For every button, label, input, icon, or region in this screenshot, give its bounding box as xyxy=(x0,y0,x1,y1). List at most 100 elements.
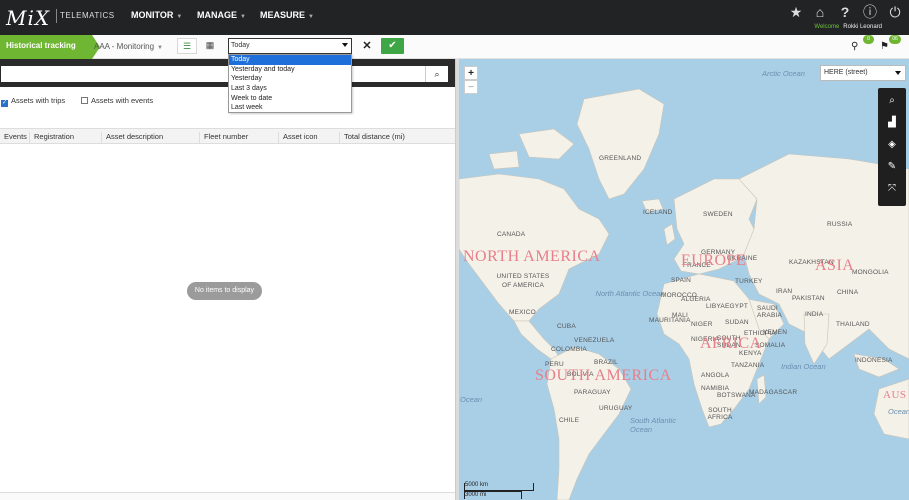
search-input[interactable] xyxy=(1,66,425,82)
map-label-turkey: TURKEY xyxy=(735,278,763,285)
list-icon: ☰ xyxy=(182,41,192,51)
date-option-today[interactable]: Today xyxy=(229,55,351,65)
column-header-fleet-number[interactable]: Fleet number xyxy=(204,132,279,144)
filter-label: Assets with events xyxy=(91,96,154,105)
nav-monitor[interactable]: MONITOR ▼ xyxy=(131,10,182,20)
mix-logo[interactable]: MiX xyxy=(6,6,50,30)
date-range-select[interactable]: Today xyxy=(228,38,352,54)
date-range-dropdown: Today Yesterday and today Yesterday Last… xyxy=(228,54,352,113)
flag-icon[interactable]: ⚑ xyxy=(880,41,889,52)
welcome-label: Welcome xyxy=(814,24,840,30)
zoom-out-button[interactable]: − xyxy=(464,80,478,94)
fullscreen-icon[interactable]: ⤧ xyxy=(878,179,906,199)
marker-count-badge: 0 xyxy=(863,35,874,44)
map-label-yemen: YEMEN xyxy=(763,329,788,336)
star-icon[interactable]: ★ xyxy=(787,3,805,21)
nav-monitor-label: MONITOR xyxy=(131,10,174,20)
map-label-sweden: SWEDEN xyxy=(703,211,733,218)
search-button[interactable]: ⌕ xyxy=(425,66,448,82)
calendar-button[interactable]: ▦ xyxy=(200,38,220,54)
map-label-sudan: SUDAN xyxy=(725,319,749,326)
map-label-china: CHINA xyxy=(837,289,859,296)
map-label-egypt: EGYPT xyxy=(725,303,749,310)
checkbox-checked[interactable]: ✓ xyxy=(1,100,8,107)
map-label-russia: RUSSIA xyxy=(827,221,853,228)
user-name[interactable]: Rokki Leonard xyxy=(843,24,882,30)
world-map[interactable]: GREENLAND ICELAND SWEDEN RUSSIA CANADA U… xyxy=(459,59,909,500)
map-label-mali: MALI xyxy=(672,312,688,319)
logo-separator xyxy=(56,9,57,23)
column-header-total-distance[interactable]: Total distance (mi) xyxy=(344,132,444,144)
filter-assets-with-events[interactable]: Assets with events xyxy=(81,96,153,105)
group-select-value: AAA - Monitoring xyxy=(94,42,155,51)
clear-button[interactable]: ✕ xyxy=(358,38,376,54)
apply-button[interactable]: ✔ xyxy=(381,38,404,54)
map-label-australia: AUS xyxy=(883,389,907,401)
map-label-pacific-ocean-east: Ocean xyxy=(888,407,909,416)
date-option-yesterday-and-today[interactable]: Yesterday and today xyxy=(229,65,351,75)
map-label-asia: ASIA xyxy=(815,257,855,274)
flag-count-badge: 06 xyxy=(889,35,901,44)
map-label-arctic-ocean: Arctic Ocean xyxy=(762,69,805,78)
wrench-icon[interactable]: ✎ xyxy=(878,157,906,177)
list-view-button[interactable]: ☰ xyxy=(177,38,197,54)
layers-icon[interactable]: ◈ xyxy=(878,135,906,155)
column-header-events[interactable]: Events xyxy=(4,132,30,144)
left-panel-footer xyxy=(0,492,455,500)
map-label-angola: ANGOLA xyxy=(701,372,730,379)
map-label-indonesia: INDONESIA xyxy=(855,357,893,364)
caret-down-icon: ▼ xyxy=(240,14,246,20)
map-label-colombia: COLOMBIA xyxy=(551,346,587,353)
zoom-in-button[interactable]: + xyxy=(464,66,478,80)
map-marker-icon[interactable]: ⚲ xyxy=(851,41,858,52)
nav-manage[interactable]: MANAGE ▼ xyxy=(197,10,246,20)
map-label-europe: EUROPE xyxy=(681,252,747,269)
group-select[interactable]: AAA - Monitoring ▼ xyxy=(94,42,163,51)
caret-down-icon: ▼ xyxy=(176,14,183,20)
map-label-chile: CHILE xyxy=(559,417,580,424)
map-label-usa: UNITED STATES OF AMERICA xyxy=(496,273,550,289)
map-label-namibia: NAMIBIA xyxy=(701,385,730,392)
map-label-venezuela: VENEZUELA xyxy=(574,337,615,344)
map-search-icon[interactable]: ⌕ xyxy=(878,91,906,111)
search-icon: ⌕ xyxy=(434,69,440,79)
map-label-canada: CANADA xyxy=(497,231,526,238)
map-label-north-america: NORTH AMERICA xyxy=(463,248,601,265)
table-header: Events Registration Asset description Fl… xyxy=(0,128,455,144)
nav-manage-label: MANAGE xyxy=(197,10,237,20)
map-label-mexico: MEXICO xyxy=(509,309,536,316)
dropdown-arrow-icon xyxy=(895,71,901,75)
map-label-iceland: ICELAND xyxy=(643,209,673,216)
map-label-pacific-ocean-west: Ocean xyxy=(460,395,483,404)
map-label-south-africa: SOUTH AFRICA xyxy=(707,407,733,421)
date-option-last-3-days[interactable]: Last 3 days xyxy=(229,84,351,94)
map-label-paraguay: PARAGUAY xyxy=(574,389,611,396)
date-option-last-week[interactable]: Last week xyxy=(229,103,351,113)
map-label-madagascar: MADAGASCAR xyxy=(749,389,798,396)
map-label-cuba: CUBA xyxy=(557,323,576,330)
date-option-week-to-date[interactable]: Week to date xyxy=(229,94,351,104)
map-label-algeria: ALGERIA xyxy=(681,296,711,303)
column-header-registration[interactable]: Registration xyxy=(34,132,102,144)
info-icon[interactable]: ⓘ xyxy=(861,3,879,21)
home-icon[interactable]: ⌂ xyxy=(811,3,829,21)
map-label-tanzania: TANZANIA xyxy=(731,362,765,369)
check-icon: ✔ xyxy=(388,40,397,51)
date-range-value: Today xyxy=(231,42,250,49)
map-layer-select[interactable]: HERE (street) xyxy=(820,65,906,81)
bar-chart-icon[interactable]: ▟ xyxy=(878,113,906,133)
scale-mi-label: 3000 mi xyxy=(465,492,487,498)
help-icon[interactable]: ? xyxy=(836,3,854,21)
map-label-indian-ocean: Indian Ocean xyxy=(781,362,826,371)
column-header-asset-icon[interactable]: Asset icon xyxy=(283,132,340,144)
filter-assets-with-trips[interactable]: ✓ Assets with trips xyxy=(1,96,65,107)
module-title: Historical tracking xyxy=(0,35,100,59)
power-icon[interactable]: ⏻ xyxy=(886,3,904,21)
nav-measure[interactable]: MEASURE ▼ xyxy=(260,10,314,20)
date-option-yesterday[interactable]: Yesterday xyxy=(229,74,351,84)
map-label-uruguay: URUGUAY xyxy=(599,405,633,412)
column-header-asset-description[interactable]: Asset description xyxy=(106,132,200,144)
checkbox-unchecked[interactable] xyxy=(81,97,88,104)
filter-label: Assets with trips xyxy=(11,96,66,105)
logo-subtitle: TELEMATICS xyxy=(60,11,115,20)
